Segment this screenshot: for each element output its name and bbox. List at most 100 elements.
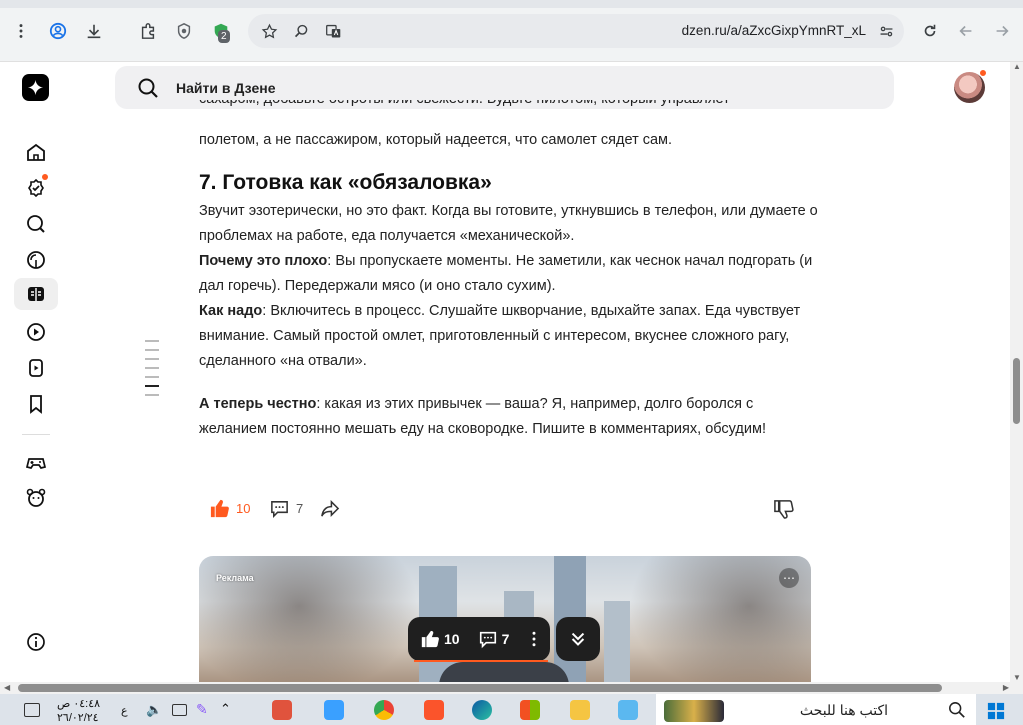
games-icon[interactable]: [22, 448, 50, 476]
notifications-icon[interactable]: [24, 703, 40, 717]
dislike-button[interactable]: [773, 498, 794, 519]
menu-icon[interactable]: [8, 18, 34, 44]
dzen-logo[interactable]: [22, 74, 49, 101]
like-button[interactable]: 10: [209, 498, 250, 519]
bookmarks-icon[interactable]: [22, 390, 50, 418]
profile-icon[interactable]: [45, 18, 71, 44]
article-actions: 10 7: [199, 493, 811, 527]
vertical-scrollbar[interactable]: ▲ ▼: [1010, 62, 1023, 682]
double-chevron-down-icon: [571, 632, 585, 646]
zoom-icon[interactable]: [289, 19, 313, 43]
address-bar[interactable]: dzen.ru/a/aZxcGixpYmnRT_xL: [248, 14, 904, 48]
articles-icon[interactable]: [14, 278, 58, 310]
taskbar-search-icon: [949, 702, 965, 718]
store-icon[interactable]: [520, 700, 540, 720]
scroll-down-button[interactable]: [556, 617, 600, 661]
how-label: Как надо: [199, 303, 263, 319]
prev-paragraph-end: полетом, а не пассажиром, который надеет…: [199, 132, 673, 148]
extension-badge: 2: [218, 30, 230, 43]
url-text: dzen.ru/a/aZxcGixpYmnRT_xL: [681, 23, 866, 38]
chrome-icon[interactable]: [374, 700, 394, 720]
forward-icon[interactable]: [989, 18, 1015, 44]
extensions-icon[interactable]: [135, 18, 161, 44]
comment-count: 7: [296, 501, 304, 516]
home-icon[interactable]: [22, 138, 50, 166]
translate-icon[interactable]: [321, 19, 345, 43]
subscriptions-dot: [42, 174, 48, 180]
search-nav-icon[interactable]: [22, 210, 50, 238]
reload-icon[interactable]: [917, 18, 943, 44]
ad-building: [604, 601, 630, 686]
app-icon-red[interactable]: [272, 700, 292, 720]
ad-label: Реклама: [216, 573, 254, 583]
search-highlight-image: [664, 700, 724, 722]
dislike-icon: [774, 500, 794, 519]
shield-icon[interactable]: [171, 18, 197, 44]
why-paragraph: Почему это плохо: Вы пропускаете моменты…: [199, 249, 819, 299]
floating-action-bar: 10 7: [408, 617, 550, 661]
scroll-left-arrow[interactable]: ◀: [4, 683, 10, 692]
clock-time[interactable]: ٠٤:٤٨ ص: [57, 697, 100, 710]
intro-paragraph: Звучит эзотерически, но это факт. Когда …: [199, 203, 818, 244]
site-settings-icon[interactable]: [874, 19, 898, 43]
edge-icon[interactable]: [472, 700, 492, 720]
scroll-right-arrow[interactable]: ▶: [1003, 683, 1009, 692]
back-icon[interactable]: [953, 18, 979, 44]
toc-indicator[interactable]: [145, 340, 159, 403]
tab-strip: [0, 0, 1023, 8]
prev-paragraph-fragment: сахаром, добавьте остроты или свежести. …: [199, 100, 819, 112]
share-icon: [321, 499, 340, 518]
app-icon-blue[interactable]: [618, 700, 638, 720]
section-heading: 7. Готовка как «обязаловка»: [199, 171, 492, 194]
honest-label: А теперь честно: [199, 396, 317, 412]
podcasts-icon[interactable]: [22, 246, 50, 274]
search-placeholder: Найти в Дзене: [176, 80, 276, 96]
video-icon[interactable]: [22, 318, 50, 346]
brave-icon[interactable]: [424, 700, 444, 720]
subscriptions-icon[interactable]: [22, 174, 50, 202]
floating-comments-button[interactable]: 7: [478, 629, 510, 649]
how-paragraph: Как надо: Включитесь в процесс. Слушайте…: [199, 299, 819, 374]
floating-like-button[interactable]: 10: [420, 629, 460, 649]
volume-icon[interactable]: 🔈: [146, 702, 162, 718]
comments-button[interactable]: 7: [269, 498, 303, 519]
scroll-down-arrow[interactable]: ▼: [1013, 673, 1021, 682]
notification-dot: [979, 69, 987, 77]
honest-paragraph: А теперь честно: какая из этих привычек …: [199, 392, 819, 442]
floating-like-count: 10: [444, 631, 460, 647]
why-label: Почему это плохо: [199, 253, 328, 269]
floating-more-icon[interactable]: [525, 630, 543, 648]
windows-start-icon[interactable]: [987, 702, 1005, 720]
horizontal-scroll-thumb[interactable]: [18, 684, 942, 692]
left-nav: [0, 116, 72, 681]
like-count: 10: [236, 501, 251, 516]
clock-date[interactable]: ٢٦/٠٢/٢٤: [57, 711, 99, 724]
vertical-scroll-thumb[interactable]: [1013, 358, 1020, 424]
share-button[interactable]: [319, 498, 340, 519]
shorts-icon[interactable]: [22, 354, 50, 382]
download-icon[interactable]: [81, 18, 107, 44]
comment-icon: [271, 501, 288, 518]
like-icon: [210, 499, 229, 518]
kids-icon[interactable]: [22, 484, 50, 512]
floating-comment-icon: [479, 631, 496, 649]
scroll-up-arrow[interactable]: ▲: [1013, 62, 1021, 71]
floating-like-icon: [421, 630, 439, 648]
article-body: сахаром, добавьте остроты или свежести. …: [199, 100, 819, 442]
language-indicator[interactable]: ع: [121, 704, 128, 717]
network-icon[interactable]: [172, 704, 187, 716]
browser-toolbar: 2 dzen.ru/a/aZxcGixpYmnRT_xL: [0, 0, 1023, 62]
how-text: : Включитесь в процесс. Слушайте шкворча…: [199, 303, 801, 369]
bookmark-star-icon[interactable]: [257, 19, 281, 43]
tray-chevron-icon[interactable]: ⌃: [220, 701, 231, 717]
telegram-icon[interactable]: [324, 700, 344, 720]
info-icon[interactable]: [22, 628, 50, 656]
horizontal-scrollbar[interactable]: ◀ ▶: [0, 682, 1023, 694]
taskbar-search[interactable]: اكتب هنا للبحث: [656, 694, 976, 725]
search-icon: [138, 78, 158, 98]
ad-more-icon[interactable]: ⋯: [779, 568, 799, 588]
floating-comment-count: 7: [501, 631, 510, 647]
file-explorer-icon[interactable]: [570, 700, 590, 720]
nav-divider: [22, 434, 50, 435]
pen-icon[interactable]: ✎: [196, 701, 208, 718]
